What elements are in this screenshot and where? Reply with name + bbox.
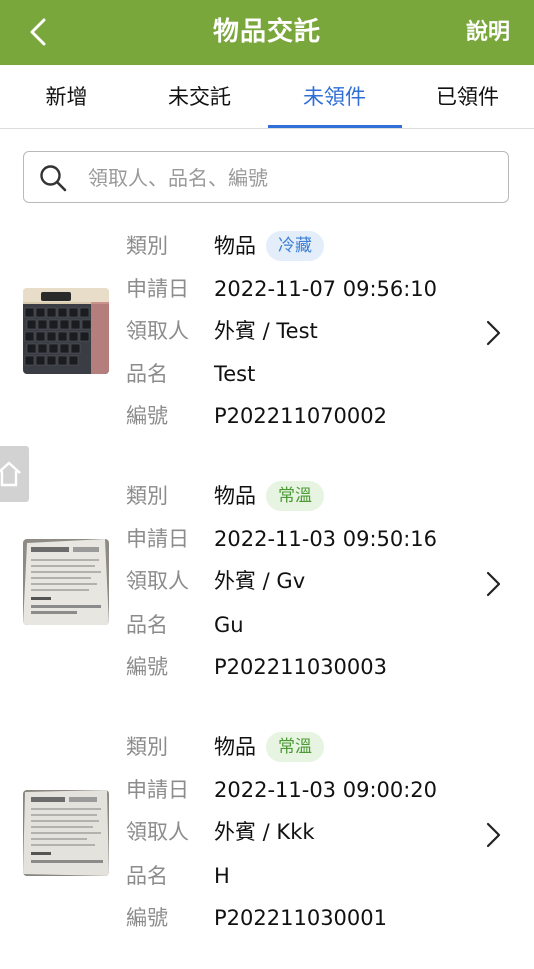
chevron-right-icon: [486, 822, 501, 848]
date-value: 2022-11-07 09:56:10: [214, 277, 438, 301]
item-name-label: 品名: [126, 362, 168, 386]
recipient-value: 外賓 / Gv: [214, 569, 306, 593]
item-number-row: 編號 P202211030003: [126, 650, 387, 684]
recipient-value: 外賓 / Test: [214, 319, 318, 343]
category-label: 類別: [126, 735, 168, 759]
number-value: P202211030001: [214, 906, 387, 930]
category-value: 物品: [214, 484, 256, 508]
item-thumbnail: [23, 539, 109, 625]
item-date-row: 申請日 2022-11-03 09:00:20: [126, 773, 437, 807]
package-list-item[interactable]: 類別 物品 常溫 申請日 2022-11-03 09:00:20 領取人 外賓 / Kk…: [0, 729, 534, 969]
tab-bar: 新增 未交託 未領件 已領件: [0, 65, 534, 129]
number-label: 編號: [126, 906, 168, 930]
tab-not-handed-over[interactable]: 未交託: [133, 65, 266, 128]
number-label: 編號: [126, 655, 168, 679]
number-label: 編號: [126, 404, 168, 428]
tab-new[interactable]: 新增: [0, 65, 133, 128]
chevron-right-icon: [486, 320, 501, 346]
item-name-value: H: [214, 864, 230, 888]
storage-tag: 常溫: [266, 732, 324, 762]
storage-tag: 冷藏: [266, 231, 324, 261]
item-recipient-row: 領取人 外賓 / Kkk: [126, 815, 315, 849]
package-list-item[interactable]: 類別 物品 冷藏 申請日 2022-11-07 09:56:10 領取人 外賓 / Te…: [0, 227, 534, 467]
date-label: 申請日: [126, 527, 189, 551]
item-number-row: 編號 P202211070002: [126, 399, 387, 433]
date-value: 2022-11-03 09:00:20: [214, 778, 438, 802]
category-value: 物品: [214, 735, 256, 759]
category-label: 類別: [126, 234, 168, 258]
package-list-item[interactable]: 類別 物品 常溫 申請日 2022-11-03 09:50:16 領取人 外賓 / Gv…: [0, 478, 534, 718]
item-thumbnail: [23, 790, 109, 876]
category-value: 物品: [214, 234, 256, 258]
chevron-right-icon: [486, 571, 501, 597]
item-category-row: 類別 物品 常溫: [126, 730, 324, 764]
date-value: 2022-11-03 09:50:16: [214, 527, 438, 551]
item-recipient-row: 領取人 外賓 / Test: [126, 314, 318, 348]
help-button[interactable]: 說明: [466, 0, 510, 65]
item-thumbnail: [23, 288, 109, 374]
active-tab-indicator: [268, 125, 402, 128]
recipient-label: 領取人: [126, 820, 189, 844]
item-date-row: 申請日 2022-11-07 09:56:10: [126, 272, 437, 306]
item-name-value: Test: [214, 362, 256, 386]
tab-not-picked-up[interactable]: 未領件: [268, 65, 401, 128]
item-name-label: 品名: [126, 864, 168, 888]
category-label: 類別: [126, 484, 168, 508]
item-name-row: 品名 Test: [126, 357, 255, 391]
search-icon: [40, 165, 67, 192]
tab-picked-up[interactable]: 已領件: [401, 65, 534, 128]
top-bar: 物品交託 說明: [0, 0, 534, 65]
item-date-row: 申請日 2022-11-03 09:50:16: [126, 522, 437, 556]
date-label: 申請日: [126, 778, 189, 802]
item-name-value: Gu: [214, 613, 244, 637]
storage-tag: 常溫: [266, 481, 324, 511]
recipient-value: 外賓 / Kkk: [214, 820, 315, 844]
item-recipient-row: 領取人 外賓 / Gv: [126, 564, 305, 598]
search-box: [23, 151, 509, 203]
item-name-label: 品名: [126, 613, 168, 637]
date-label: 申請日: [126, 277, 189, 301]
number-value: P202211030003: [214, 655, 387, 679]
item-category-row: 類別 物品 常溫: [126, 479, 324, 513]
item-number-row: 編號 P202211030001: [126, 901, 387, 935]
recipient-label: 領取人: [126, 569, 189, 593]
page-title: 物品交託: [212, 17, 321, 47]
item-category-row: 類別 物品 冷藏: [126, 229, 324, 263]
item-name-row: 品名 H: [126, 859, 230, 893]
search-input[interactable]: [86, 158, 490, 198]
recipient-label: 領取人: [126, 319, 189, 343]
item-name-row: 品名 Gu: [126, 608, 244, 642]
number-value: P202211070002: [214, 404, 387, 428]
